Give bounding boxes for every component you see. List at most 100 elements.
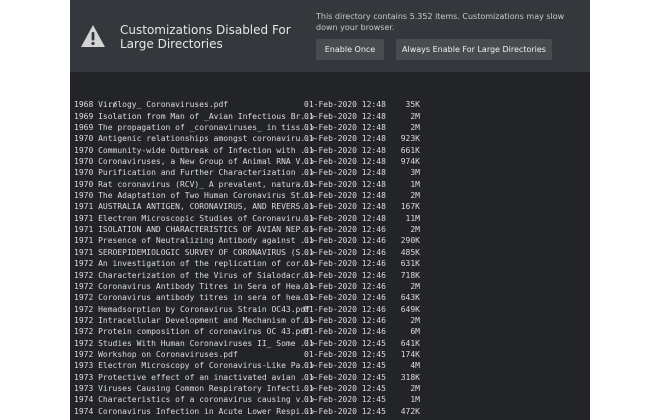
file-date: 01-Feb-2020 12:46	[304, 293, 386, 303]
file-name-link[interactable]: 1971 AUSTRALIA ANTIGEN, CORONAVIRUS, AND…	[74, 201, 315, 212]
file-name-link[interactable]: 1970 Community-wide Outbreak of Infectio…	[74, 145, 315, 156]
file-name-link[interactable]: 1970 Rat coronavirus (RCV)_ A prevalent,…	[74, 179, 315, 190]
file-date: 01-Feb-2020 12:45	[304, 383, 386, 393]
file-name-link[interactable]: 1972 Intracellular Development and Mecha…	[74, 315, 315, 326]
file-date: 01-Feb-2020 12:45	[304, 395, 386, 405]
file-row: 1970 Coronaviruses, a New Group of Anima…	[74, 156, 586, 167]
file-row: 1972 Studies With Human Coronaviruses II…	[74, 338, 586, 349]
file-size: 718K	[400, 270, 420, 280]
file-date: 01-Feb-2020 12:45	[304, 338, 386, 348]
file-row: 1974 Coronavirus Infection in Acute Lowe…	[74, 406, 586, 417]
file-date: 01-Feb-2020 12:46	[304, 225, 386, 235]
file-name-link[interactable]: 1974 Coronavirus Infection in Acute Lowe…	[74, 406, 315, 417]
file-name-link[interactable]: 1971 Presence of Neutralizing Antibody a…	[74, 235, 315, 246]
file-size: 2M	[410, 281, 420, 291]
file-date: 01-Feb-2020 12:48	[304, 179, 386, 189]
file-size: 2M	[410, 111, 420, 121]
file-size: 3M	[410, 168, 420, 178]
file-row: 1972 Intracellular Development and Mecha…	[74, 315, 586, 326]
file-name-link[interactable]: 1970 Antigenic relationships amongst cor…	[74, 133, 315, 144]
file-date: 01-Feb-2020 12:48	[304, 111, 386, 121]
file-size: 2M	[410, 225, 420, 235]
file-row: 1973 Viruses Causing Common Respiratory …	[74, 383, 586, 394]
file-date: 01-Feb-2020 12:46	[304, 236, 386, 246]
file-row: 1971 Electron Microscopic Studies of Cor…	[74, 213, 586, 224]
file-date: 01-Feb-2020 12:48	[304, 123, 386, 133]
file-row: 1972 An investigation of the replication…	[74, 258, 586, 269]
file-size: 167K	[400, 202, 420, 212]
file-size: 1M	[410, 395, 420, 405]
file-name-link[interactable]: 1968 Virology_ Coronaviruses.pdf	[74, 99, 228, 110]
file-row: 1973 Protective effect of an inactivated…	[74, 372, 586, 383]
file-name-link[interactable]: 1971 Electron Microscopic Studies of Cor…	[74, 213, 315, 224]
file-name-link[interactable]: 1974 Characteristics of a coronavirus ca…	[74, 394, 315, 405]
customizations-banner: Customizations Disabled For Large Direct…	[70, 0, 590, 72]
file-date: 01-Feb-2020 12:48	[304, 134, 386, 144]
file-date: 01-Feb-2020 12:46	[304, 315, 386, 325]
file-size: 974K	[400, 157, 420, 167]
file-date: 01-Feb-2020 12:48	[304, 100, 386, 110]
file-name-link[interactable]: 1972 An investigation of the replication…	[74, 258, 315, 269]
warning-icon	[81, 25, 105, 47]
file-date: 01-Feb-2020 12:48	[304, 202, 386, 212]
file-row: 1971 Presence of Neutralizing Antibody a…	[74, 235, 586, 246]
file-name-link[interactable]: 1970 Purification and Further Characteri…	[74, 167, 315, 178]
file-row: 1970 Purification and Further Characteri…	[74, 167, 586, 178]
file-size: 6M	[410, 327, 420, 337]
file-date: 01-Feb-2020 12:46	[304, 327, 386, 337]
file-row: 1974 Characteristics of a coronavirus ca…	[74, 394, 586, 405]
file-name-link[interactable]: 1970 The Adaptation of Two Human Coronav…	[74, 190, 315, 201]
file-row: 1972 Coronavirus Antibody Titres in Sera…	[74, 281, 586, 292]
file-date: 01-Feb-2020 12:48	[304, 168, 386, 178]
file-date: 01-Feb-2020 12:45	[304, 372, 386, 382]
file-name-link[interactable]: 1972 Characterization of the Virus of Si…	[74, 270, 315, 281]
file-row: 1972 Hemadsorption by Coronavirus Strain…	[74, 304, 586, 315]
file-name-link[interactable]: 1972 Studies With Human Coronaviruses II…	[74, 338, 315, 349]
file-name-link[interactable]: 1970 Coronaviruses, a New Group of Anima…	[74, 156, 315, 167]
file-date: 01-Feb-2020 12:46	[304, 281, 386, 291]
file-name-link[interactable]: 1973 Viruses Causing Common Respiratory …	[74, 383, 315, 394]
file-size: 641K	[400, 338, 420, 348]
file-row: 1970 The Adaptation of Two Human Coronav…	[74, 190, 586, 201]
file-name-link[interactable]: 1972 Hemadsorption by Coronavirus Strain…	[74, 304, 310, 315]
file-size: 472K	[400, 406, 420, 416]
file-name-link[interactable]: 1973 Protective effect of an inactivated…	[74, 372, 315, 383]
file-name-link[interactable]: 1972 Protein composition of coronavirus …	[74, 326, 310, 337]
enable-once-button[interactable]: Enable Once	[316, 39, 384, 60]
file-date: 01-Feb-2020 12:46	[304, 304, 386, 314]
file-size: 2M	[410, 383, 420, 393]
file-size: 649K	[400, 304, 420, 314]
file-name-link[interactable]: 1969 Isolation from Man of _Avian Infect…	[74, 111, 315, 122]
file-name-link[interactable]: 1971 SEROEPIDEMIOLOGIC SURVEY OF CORONAV…	[74, 247, 315, 258]
file-size: 485K	[400, 247, 420, 257]
file-name-link[interactable]: 1969 The propagation of _coronaviruses_ …	[74, 122, 315, 133]
file-size: 11M	[405, 213, 420, 223]
file-date: 01-Feb-2020 12:45	[304, 349, 386, 359]
file-row: 1971 ISOLATION AND CHARACTERISTICS OF AV…	[74, 224, 586, 235]
file-name-link[interactable]: 1971 ISOLATION AND CHARACTERISTICS OF AV…	[74, 224, 315, 235]
file-size: 35K	[405, 100, 420, 110]
file-name-link[interactable]: 1972 Coronavirus Antibody Titres in Sera…	[74, 281, 315, 292]
file-name-link[interactable]: 1973 Electron Microscopy of Coronavirus-…	[74, 360, 315, 371]
parent-directory-row: ../	[74, 88, 586, 109]
banner-title: Customizations Disabled For Large Direct…	[120, 23, 291, 51]
file-size: 1M	[410, 179, 420, 189]
file-row: 1973 Electron Microscopy of Coronavirus-…	[74, 360, 586, 371]
file-size: 923K	[400, 134, 420, 144]
file-row: 1971 SEROEPIDEMIOLOGIC SURVEY OF CORONAV…	[74, 247, 586, 258]
file-date: 01-Feb-2020 12:46	[304, 247, 386, 257]
file-row: 1972 Protein composition of coronavirus …	[74, 326, 586, 337]
file-date: 01-Feb-2020 12:48	[304, 213, 386, 223]
file-size: 174K	[400, 349, 420, 359]
file-row: 1970 Community-wide Outbreak of Infectio…	[74, 145, 586, 156]
always-enable-button[interactable]: Always Enable For Large Directories	[396, 39, 552, 60]
file-name-link[interactable]: 1972 Coronavirus antibody titres in sera…	[74, 292, 315, 303]
file-row: 1970 Rat coronavirus (RCV)_ A prevalent,…	[74, 179, 586, 190]
file-date: 01-Feb-2020 12:46	[304, 270, 386, 280]
file-size: 2M	[410, 315, 420, 325]
file-size: 4M	[410, 361, 420, 371]
file-size: 631K	[400, 259, 420, 269]
file-row: 1970 Antigenic relationships amongst cor…	[74, 133, 586, 144]
file-row: 1972 Characterization of the Virus of Si…	[74, 270, 586, 281]
file-name-link[interactable]: 1972 Workshop on Coronaviruses.pdf	[74, 349, 238, 360]
